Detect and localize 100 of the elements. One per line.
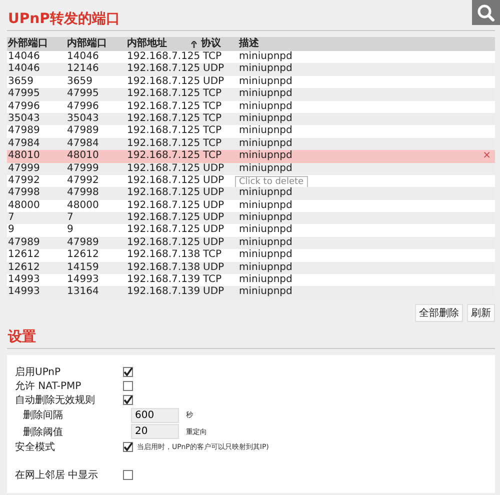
- table-cell-text: 48000: [7, 200, 41, 212]
- table-cell-text: miniupnpd: [239, 112, 294, 125]
- table-cell-text: 12612: [7, 262, 41, 274]
- input-field[interactable]: 20: [131, 424, 179, 440]
- table-cell-text: 47989: [7, 125, 41, 138]
- table-cell-text: miniupnpd: [239, 274, 294, 286]
- table-cell-text: 12612: [67, 249, 100, 262]
- table-cell-text: miniupnpd: [239, 212, 294, 224]
- table-row[interactable]: 12612 14159 192.168.7.138 UDP miniupnpd: [7, 262, 495, 274]
- table-cell-text: 13164: [67, 286, 100, 299]
- checkbox[interactable]: [123, 470, 133, 480]
- table-cell-text: TCP: [203, 125, 223, 138]
- table-cell-text: 47989: [67, 236, 100, 250]
- refresh-button[interactable]: 刷新: [467, 304, 495, 322]
- table-cell-text: 12146: [67, 63, 100, 76]
- table-cell-text: UDP: [203, 63, 226, 76]
- table-cell-text: 48010: [7, 150, 41, 163]
- column-header[interactable]: 外部端口: [8, 37, 48, 51]
- table-cell-text: 14046: [7, 51, 41, 64]
- table-cell-text: 48000: [67, 200, 100, 212]
- table-row[interactable]: 48010 48010 192.168.7.125 TCP miniupnpd ×: [7, 150, 495, 163]
- table-cell-text: 192.168.7.125: [127, 88, 202, 101]
- delete-all-button[interactable]: 全部删除: [415, 304, 463, 322]
- table-cell-text: 192.168.7.125: [127, 112, 202, 126]
- table-cell-text: 47992: [67, 174, 100, 188]
- table-cell-text: TCP: [203, 249, 223, 262]
- table-cell-text: 48010: [67, 150, 100, 163]
- table-cell-text: 47998: [7, 187, 41, 200]
- table-cell-text: miniupnpd: [239, 150, 294, 163]
- table-cell-text: 14993: [67, 274, 100, 286]
- column-header[interactable]: 内部端口: [67, 37, 107, 51]
- table-cell-text: miniupnpd: [239, 138, 294, 150]
- table-cell-text: miniupnpd: [239, 200, 294, 212]
- table-row[interactable]: 14046 12146 192.168.7.125 UDP miniupnpd: [7, 63, 495, 76]
- table-cell-text: UDP: [203, 200, 226, 212]
- table-cell-text: miniupnpd: [239, 88, 294, 101]
- table-cell-text: 47989: [67, 125, 100, 138]
- table-cell-text: 192.168.7.125: [127, 63, 202, 76]
- table-cell-text: 3659: [7, 76, 34, 88]
- checkbox[interactable]: [123, 366, 133, 377]
- setting-label: 安全模式: [15, 440, 56, 454]
- table-cell-text: 192.168.7.138: [127, 249, 202, 262]
- table-row[interactable]: 47995 47995 192.168.7.125 TCP miniupnpd: [7, 88, 495, 101]
- table-cell-text: miniupnpd: [239, 286, 294, 299]
- table-cell-text: 47984: [67, 138, 100, 150]
- checkbox[interactable]: [123, 442, 133, 452]
- table-cell-text: miniupnpd: [239, 249, 294, 262]
- input-field[interactable]: 600: [131, 408, 179, 423]
- table-cell-text: miniupnpd: [239, 187, 294, 200]
- table-cell-text: 192.168.7.125: [127, 236, 202, 250]
- table-cell-text: TCP: [203, 51, 223, 64]
- table-cell-text: miniupnpd: [239, 125, 294, 138]
- setting-label: 允许 NAT-PMP: [15, 380, 82, 393]
- table-cell-text: 192.168.7.125: [127, 150, 202, 163]
- table-cell-text: 9: [67, 224, 74, 237]
- table-row[interactable]: 47989 47989 192.168.7.125 UDP miniupnpd: [7, 236, 495, 250]
- column-header[interactable]: 描述: [239, 37, 259, 51]
- table-cell-text: 35043: [7, 112, 41, 126]
- checkbox[interactable]: [123, 380, 133, 391]
- table-row[interactable]: 7 7 192.168.7.125 UDP miniupnpd: [7, 212, 495, 224]
- column-header[interactable]: 协议: [201, 37, 221, 51]
- table-cell-text: 192.168.7.125: [127, 187, 202, 200]
- search-button[interactable]: [472, 0, 500, 25]
- section-title: UPnP转发的端口: [7, 10, 120, 28]
- table-cell-text: TCP: [203, 138, 223, 150]
- column-header[interactable]: 内部地址: [127, 37, 167, 51]
- table-row[interactable]: 47999 47999 192.168.7.125 UDP miniupnpd: [7, 162, 495, 175]
- table-cell-text: UDP: [203, 262, 226, 274]
- table-cell-text: 12612: [7, 249, 41, 262]
- table-row[interactable]: 47998 47998 192.168.7.125 UDP miniupnpd: [7, 187, 495, 200]
- table-row[interactable]: 14993 13164 192.168.7.139 UDP miniupnpd: [7, 286, 495, 299]
- table-cell-text: UDP: [203, 286, 226, 299]
- table-cell-text: 14993: [7, 274, 41, 286]
- table-cell-text: 7: [67, 212, 74, 224]
- table-cell-text: 47995: [7, 88, 41, 101]
- table-cell-text: 14993: [7, 286, 41, 299]
- table-cell-text: UDP: [203, 212, 226, 224]
- table-cell-text: 47999: [7, 162, 41, 175]
- table-cell-text: UDP: [203, 162, 226, 175]
- table-row[interactable]: 35043 35043 192.168.7.125 TCP miniupnpd: [7, 112, 495, 126]
- table-cell-text: 47998: [67, 187, 100, 200]
- table-cell-text: TCP: [203, 150, 223, 163]
- table-row[interactable]: 47984 47984 192.168.7.125 TCP miniupnpd: [7, 138, 495, 150]
- table-cell-text: 192.168.7.125: [127, 76, 202, 88]
- table-cell-text: TCP: [203, 112, 223, 126]
- table-cell-text: 192.168.7.139: [127, 274, 202, 286]
- table-cell-text: UDP: [203, 76, 226, 88]
- table-cell-text: UDP: [203, 224, 226, 237]
- checkbox[interactable]: [123, 394, 133, 405]
- table-cell-text: 192.168.7.125: [127, 162, 202, 175]
- table-cell-text: 14046: [67, 51, 100, 64]
- table-cell-text: 192.168.7.125: [127, 125, 202, 138]
- table-cell-text: 47996: [67, 100, 100, 113]
- table-cell-text: 47999: [67, 162, 100, 175]
- section-title: 设置: [7, 328, 36, 346]
- table-cell-text: UDP: [203, 174, 226, 188]
- table-cell-text: 192.168.7.125: [127, 212, 202, 224]
- tooltip: Click to delete: [235, 176, 308, 188]
- table-cell-text: UDP: [203, 236, 226, 250]
- table-cell-text: 192.168.7.125: [127, 138, 202, 150]
